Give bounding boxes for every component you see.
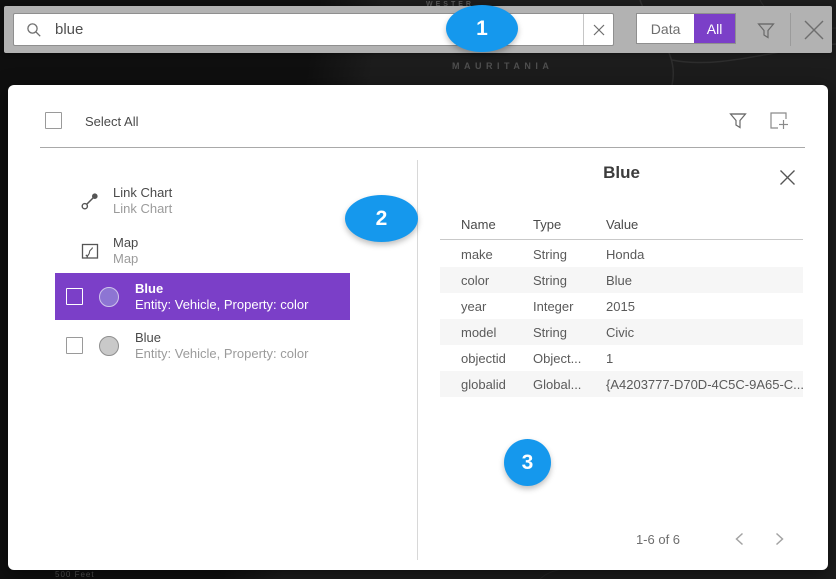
cell-name: make	[461, 247, 533, 262]
item-subtitle: Entity: Vehicle, Property: color	[135, 297, 308, 313]
cell-type: Object...	[533, 351, 606, 366]
cell-type: String	[533, 325, 606, 340]
annotation-callout-2: 2	[345, 195, 418, 242]
funnel-icon	[755, 19, 777, 41]
item-title: Blue	[135, 281, 308, 297]
search-icon	[26, 22, 42, 38]
table-row: color String Blue	[440, 267, 803, 293]
search-clear-button[interactable]	[584, 14, 613, 45]
list-item-blue[interactable]: Blue Entity: Vehicle, Property: color	[55, 322, 350, 369]
table-row: year Integer 2015	[440, 293, 803, 319]
chevron-right-icon	[775, 532, 784, 546]
table-row: globalid Global... {A4203777-D70D-4C5C-9…	[440, 371, 803, 397]
search-input[interactable]: blue	[13, 13, 614, 46]
annotation-callout-3: 3	[504, 439, 551, 486]
table-row: objectid Object... 1	[440, 345, 803, 371]
toolbar-divider	[790, 13, 791, 46]
column-header-type: Type	[533, 217, 606, 232]
detail-title: Blue	[440, 163, 803, 183]
scope-option-all[interactable]: All	[694, 14, 735, 43]
item-subtitle: Map	[113, 251, 138, 267]
table-row: model String Civic	[440, 319, 803, 345]
cell-type: String	[533, 273, 606, 288]
close-icon	[802, 18, 826, 42]
item-subtitle: Link Chart	[113, 201, 172, 217]
cell-name: model	[461, 325, 533, 340]
list-item-map[interactable]: Map Map	[55, 228, 350, 274]
item-title: Link Chart	[113, 185, 172, 201]
cell-value: {A4203777-D70D-4C5C-9A65-C...	[606, 377, 803, 392]
cell-type: Global...	[533, 377, 606, 392]
add-to-selection-button[interactable]	[768, 109, 790, 131]
link-chart-icon	[80, 191, 100, 211]
scope-option-data[interactable]: Data	[637, 14, 694, 43]
cell-value: 2015	[606, 299, 803, 314]
cell-name: year	[461, 299, 533, 314]
search-filter-button[interactable]	[754, 18, 778, 42]
map-scale-label: 500 Feet	[55, 570, 95, 579]
pagination-next-button[interactable]	[769, 529, 789, 549]
item-subtitle: Entity: Vehicle, Property: color	[135, 346, 308, 362]
list-item-blue-selected[interactable]: Blue Entity: Vehicle, Property: color	[55, 273, 350, 320]
cell-value: Blue	[606, 273, 803, 288]
header-divider	[40, 147, 805, 148]
attribute-table-header: Name Type Value	[440, 210, 803, 240]
cell-name: globalid	[461, 377, 533, 392]
annotation-callout-1: 1	[446, 5, 518, 52]
detail-close-button[interactable]	[776, 166, 798, 188]
results-filter-button[interactable]	[727, 109, 749, 131]
close-icon	[779, 169, 796, 186]
search-scope-toggle: Data All	[636, 13, 736, 44]
select-all-checkbox[interactable]	[45, 112, 62, 129]
cell-name: objectid	[461, 351, 533, 366]
item-title: Blue	[135, 330, 308, 346]
cell-type: Integer	[533, 299, 606, 314]
column-header-name: Name	[461, 217, 533, 232]
column-header-value: Value	[606, 217, 803, 232]
list-item-link-chart[interactable]: Link Chart Link Chart	[55, 178, 350, 224]
map-icon	[80, 241, 100, 261]
item-checkbox[interactable]	[66, 288, 83, 305]
attribute-table: make String Honda color String Blue year…	[440, 241, 803, 397]
map-label-mauritania: MAURITANIA	[452, 61, 553, 71]
pagination-label: 1-6 of 6	[608, 532, 708, 547]
cell-value: 1	[606, 351, 803, 366]
results-panel: Select All Link Chart Link Chart	[8, 85, 828, 570]
cell-value: Civic	[606, 325, 803, 340]
select-all-label: Select All	[85, 114, 138, 129]
item-title: Map	[113, 235, 138, 251]
entity-circle-icon	[99, 287, 119, 307]
table-row: make String Honda	[440, 241, 803, 267]
search-toolbar: blue Data All	[4, 6, 832, 53]
screen: WESTER MAURITANIA 500 Feet blue Data All…	[0, 0, 836, 579]
add-selection-icon	[768, 109, 790, 131]
funnel-icon	[727, 109, 749, 131]
close-search-button[interactable]	[800, 16, 828, 44]
cell-value: Honda	[606, 247, 803, 262]
pagination-prev-button[interactable]	[729, 529, 749, 549]
cell-name: color	[461, 273, 533, 288]
chevron-left-icon	[735, 532, 744, 546]
entity-circle-icon	[99, 336, 119, 356]
cell-type: String	[533, 247, 606, 262]
item-checkbox[interactable]	[66, 337, 83, 354]
